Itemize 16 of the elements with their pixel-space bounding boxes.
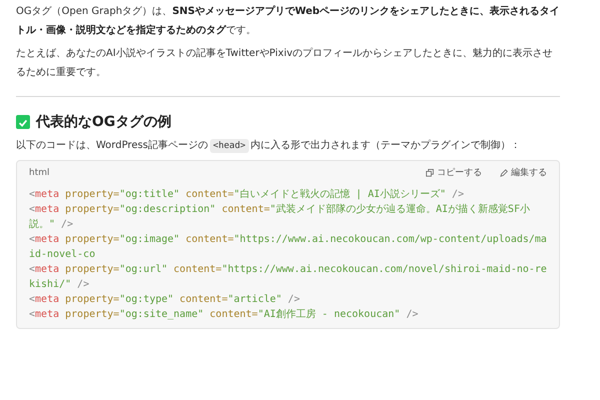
code-line: <meta property="og:description" content="武装メイド部隊の少女が辿る運命。AIが描く新感覚SF小説。" /> bbox=[29, 202, 531, 232]
copy-button[interactable]: コピーする bbox=[424, 164, 484, 181]
paragraph: 以下のコードは、WordPress記事ページの <head> 内に入る形で出力されます（テーマかプラグインで制御）： bbox=[16, 138, 522, 155]
pencil-icon bbox=[500, 168, 508, 176]
inline-code: <head> bbox=[210, 139, 249, 153]
copy-icon bbox=[426, 168, 434, 176]
language-label: html bbox=[29, 168, 50, 178]
code-line: <meta property="og:title" content="白いメイドと戦火の記憶 | AI小説シリーズ" /> bbox=[29, 188, 465, 202]
code-line: <meta property="og:site_name" content="AI創作工房 - necokoucan" /> bbox=[29, 308, 420, 322]
code-line: <meta property="og:url" content="https://www.ai.necokoucan.com/novel/shiroi-maid-no-rekishi/" /> bbox=[29, 263, 548, 292]
section-heading: 代表的なOGタグの例 bbox=[36, 113, 172, 131]
edit-button[interactable]: 編集する bbox=[498, 164, 549, 181]
paragraph: OGタグ（Open Graphタグ）は、SNSやメッセージアプリでWebページのリンクをシェアしたときに、表示されるタイトル・画像・説明文などを指定するためのタグです。 bbox=[16, 4, 560, 38]
code-line: <meta property="og:image" content="https://www.ai.necokoucan.com/wp-content/uploads/maid-novel-co bbox=[29, 233, 548, 262]
code-line: <meta property="og:type" content="article" /> bbox=[29, 293, 301, 307]
paragraph: たとえば、あなたのAI小説やイラストの記事をTwitterやPixivのプロフィールからシェアしたときに、魅力的に表示させるために重要です。 bbox=[16, 46, 554, 80]
